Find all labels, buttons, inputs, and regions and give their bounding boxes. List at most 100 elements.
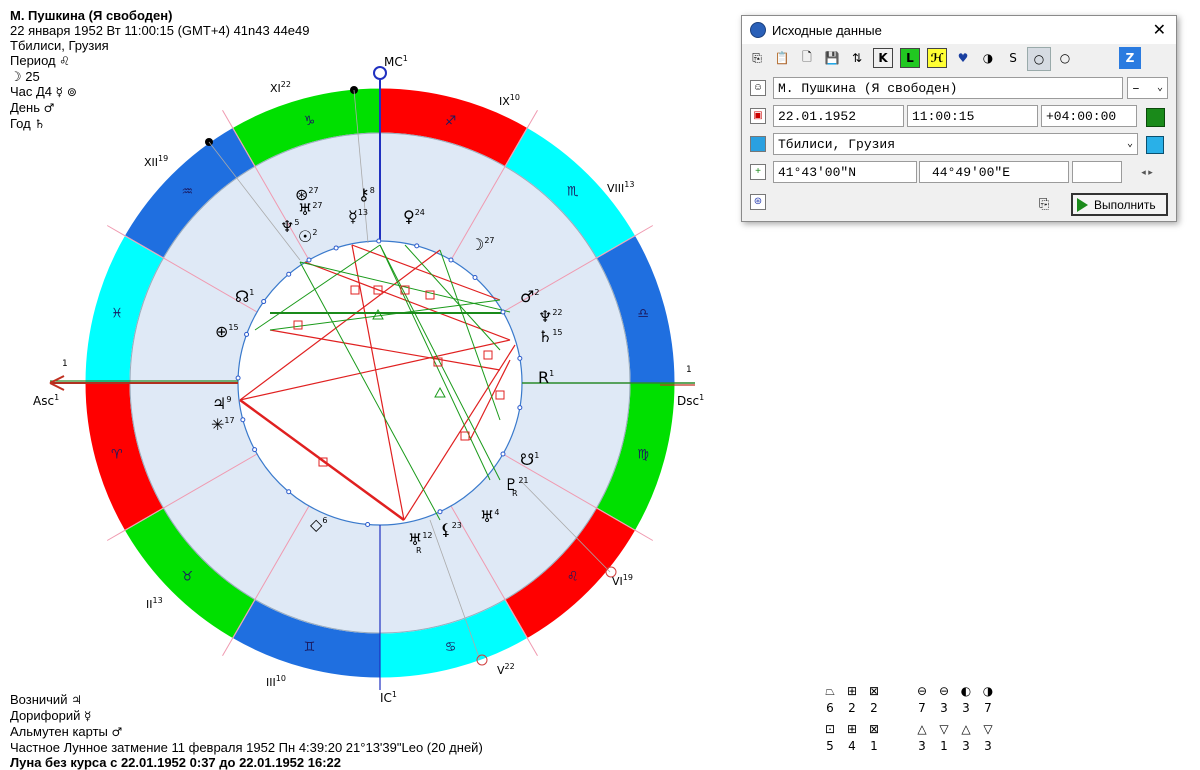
time-field[interactable]: 11:00:15 <box>907 105 1038 127</box>
s-icon[interactable]: S <box>1002 47 1024 69</box>
dialog-titlebar[interactable]: Исходные данные ✕ <box>742 16 1176 44</box>
planet-position-dot <box>472 274 478 280</box>
zodiac-sign-glyph: ♑ <box>304 114 316 129</box>
gender-select[interactable]: – ⌄ <box>1127 77 1168 99</box>
person-icon: ☺ <box>750 80 766 96</box>
void-moon-line: Луна без курса с 22.01.1952 0:37 до 22.0… <box>10 755 341 770</box>
legend-value: 3 <box>962 701 970 715</box>
dialog-title: Исходные данные <box>772 22 882 38</box>
chevron-down-icon[interactable]: ⌄ <box>1157 78 1163 98</box>
planet-position-dot <box>437 509 443 515</box>
place-value: Тбилиси, Грузия <box>778 137 896 152</box>
h-button[interactable]: ℋ <box>927 48 947 68</box>
copy-data-icon[interactable]: ⎘ <box>1039 196 1049 212</box>
legend-icon: ◑ <box>982 684 994 698</box>
asc-top-degree: 1 <box>62 359 68 369</box>
zodiac-sign-glyph: ♐ <box>445 114 457 129</box>
gender-value: – <box>1132 81 1140 96</box>
app-icon <box>750 22 766 38</box>
coordinates-icon: + <box>750 164 766 180</box>
moon-phase-icon[interactable]: ◑ <box>977 47 999 69</box>
legend-value: 3 <box>962 739 970 753</box>
dsc-label: Dsc1 <box>677 393 704 408</box>
save-icon[interactable]: 💾 <box>821 47 843 69</box>
legend-icon: △ <box>961 722 971 736</box>
paste-icon[interactable]: 📋 <box>771 47 793 69</box>
zodiac-sign-glyph: ♎ <box>637 306 649 321</box>
aspect-legend: ⏢ ⊞ ⊠ ⊖ ⊖ ◐ ◑ 6 2 2 7 3 3 7 ⊡ ⊞ ⊠ △ ▽ △ ▽ 5 4 1 3 1 3 3 <box>820 684 1000 756</box>
zodiac-sign-glyph: ♏ <box>567 184 579 199</box>
retrograde-marker: R <box>512 489 518 498</box>
run-button[interactable]: Выполнить <box>1071 193 1168 216</box>
date-field[interactable]: 22.01.1952 <box>773 105 904 127</box>
map-icon[interactable] <box>1146 136 1164 154</box>
chart-footer: Возничий ♃ Дорифорий ☿ Альмутен карты ♂ … <box>10 692 483 770</box>
zodiac-sign-glyph: ♒ <box>181 184 193 199</box>
house-label-viii: VIII13 <box>607 180 634 195</box>
name-field[interactable]: М. Пушкина (Я свободен) <box>773 77 1123 99</box>
planet-position-dot <box>365 521 371 527</box>
planet-position-dot <box>517 355 523 361</box>
zodiac-sign-glyph: ♈ <box>111 448 123 463</box>
close-icon[interactable]: ✕ <box>1153 20 1166 40</box>
copy-icon[interactable]: ⎘ <box>746 47 768 69</box>
k-button[interactable]: K <box>873 48 893 68</box>
legend-icon: ⊞ <box>846 684 858 698</box>
almuten-glyph: ♂ <box>111 725 123 739</box>
house-label-vi: VI19 <box>612 573 633 588</box>
run-label: Выполнить <box>1094 197 1156 212</box>
almuten-line: Альмутен карты ♂ <box>10 724 483 740</box>
legend-icon: △ <box>917 722 927 736</box>
legend-value: 4 <box>848 739 856 753</box>
dsc-top-degree: 1 <box>686 365 692 375</box>
chevron-down-icon[interactable]: ⌄ <box>1127 134 1133 154</box>
z-button[interactable]: Z <box>1119 47 1141 69</box>
planet-position-dot <box>306 257 312 263</box>
heart-icon[interactable]: ♥ <box>952 47 974 69</box>
dst-indicator-button[interactable] <box>1146 108 1165 127</box>
legend-value: 2 <box>848 701 856 715</box>
planet-position-dot <box>240 417 246 423</box>
globe-icon <box>750 136 766 152</box>
planet-position-dot <box>414 243 420 249</box>
legend-value: 5 <box>826 739 834 753</box>
natal-chart-wheel[interactable]: ♑ ♐♏♎♍♌♋♊♉♈♓♒ MC1 IC1 Asc1 Dsc1 1 1 XI22 … <box>0 0 740 765</box>
legend-value: 3 <box>984 739 992 753</box>
house-label-ii: II13 <box>146 596 163 611</box>
latitude-field[interactable]: 41°43'00"N <box>773 161 917 183</box>
place-select[interactable]: Тбилиси, Грузия ⌄ <box>773 133 1138 155</box>
retrograde-marker: R <box>416 546 422 555</box>
house-label-xii: XII19 <box>144 154 168 169</box>
play-icon <box>1077 197 1088 212</box>
source-data-dialog[interactable]: Исходные данные ✕ ⎘ 📋 🗋 💾 ⇅ K L ℋ ♥ ◑ S … <box>741 15 1177 222</box>
legend-icon: ⏢ <box>825 684 835 698</box>
planet-position-dot <box>448 257 454 263</box>
zodiac-sign-glyph: ♍ <box>637 448 649 463</box>
longitude-field[interactable]: 44°49'00"E <box>919 161 1069 183</box>
eclipse-line: Частное Лунное затмение 11 февраля 1952 … <box>10 740 483 755</box>
house-label-ix: IX10 <box>499 93 520 108</box>
circle-small-icon[interactable]: ○ <box>1027 47 1051 71</box>
l-button[interactable]: L <box>900 48 920 68</box>
spin-arrows[interactable]: ◂ ▸ <box>1127 162 1167 182</box>
house-label-v: V22 <box>497 662 515 677</box>
extra-field[interactable] <box>1072 161 1122 183</box>
planet-position-dot <box>244 331 250 337</box>
calendar-icon: ▣ <box>750 108 766 124</box>
legend-icon: ⊖ <box>938 684 950 698</box>
house-label-iii: III10 <box>266 674 286 689</box>
settings-wheel-icon[interactable]: ⊛ <box>750 194 766 210</box>
doryphory-line: Дорифорий ☿ <box>10 708 483 724</box>
legend-icon: ◐ <box>960 684 972 698</box>
planet-position-dot <box>235 375 241 381</box>
zodiac-sign-glyph: ♌ <box>567 570 579 585</box>
zodiac-sign-glyph: ♉ <box>181 570 193 585</box>
new-file-icon[interactable]: 🗋 <box>796 47 818 69</box>
sort-icon[interactable]: ⇅ <box>846 47 868 69</box>
circle-icon[interactable]: ○ <box>1054 47 1076 69</box>
legend-icon: ▽ <box>939 722 949 736</box>
planet-position-dot <box>376 238 382 244</box>
dialog-toolbar: ⎘ 📋 🗋 💾 ⇅ K L ℋ ♥ ◑ S ○ ○ Z <box>746 47 1141 71</box>
zodiac-sign-glyph: ♓ <box>111 306 123 321</box>
timezone-field[interactable]: +04:00:00 <box>1041 105 1137 127</box>
